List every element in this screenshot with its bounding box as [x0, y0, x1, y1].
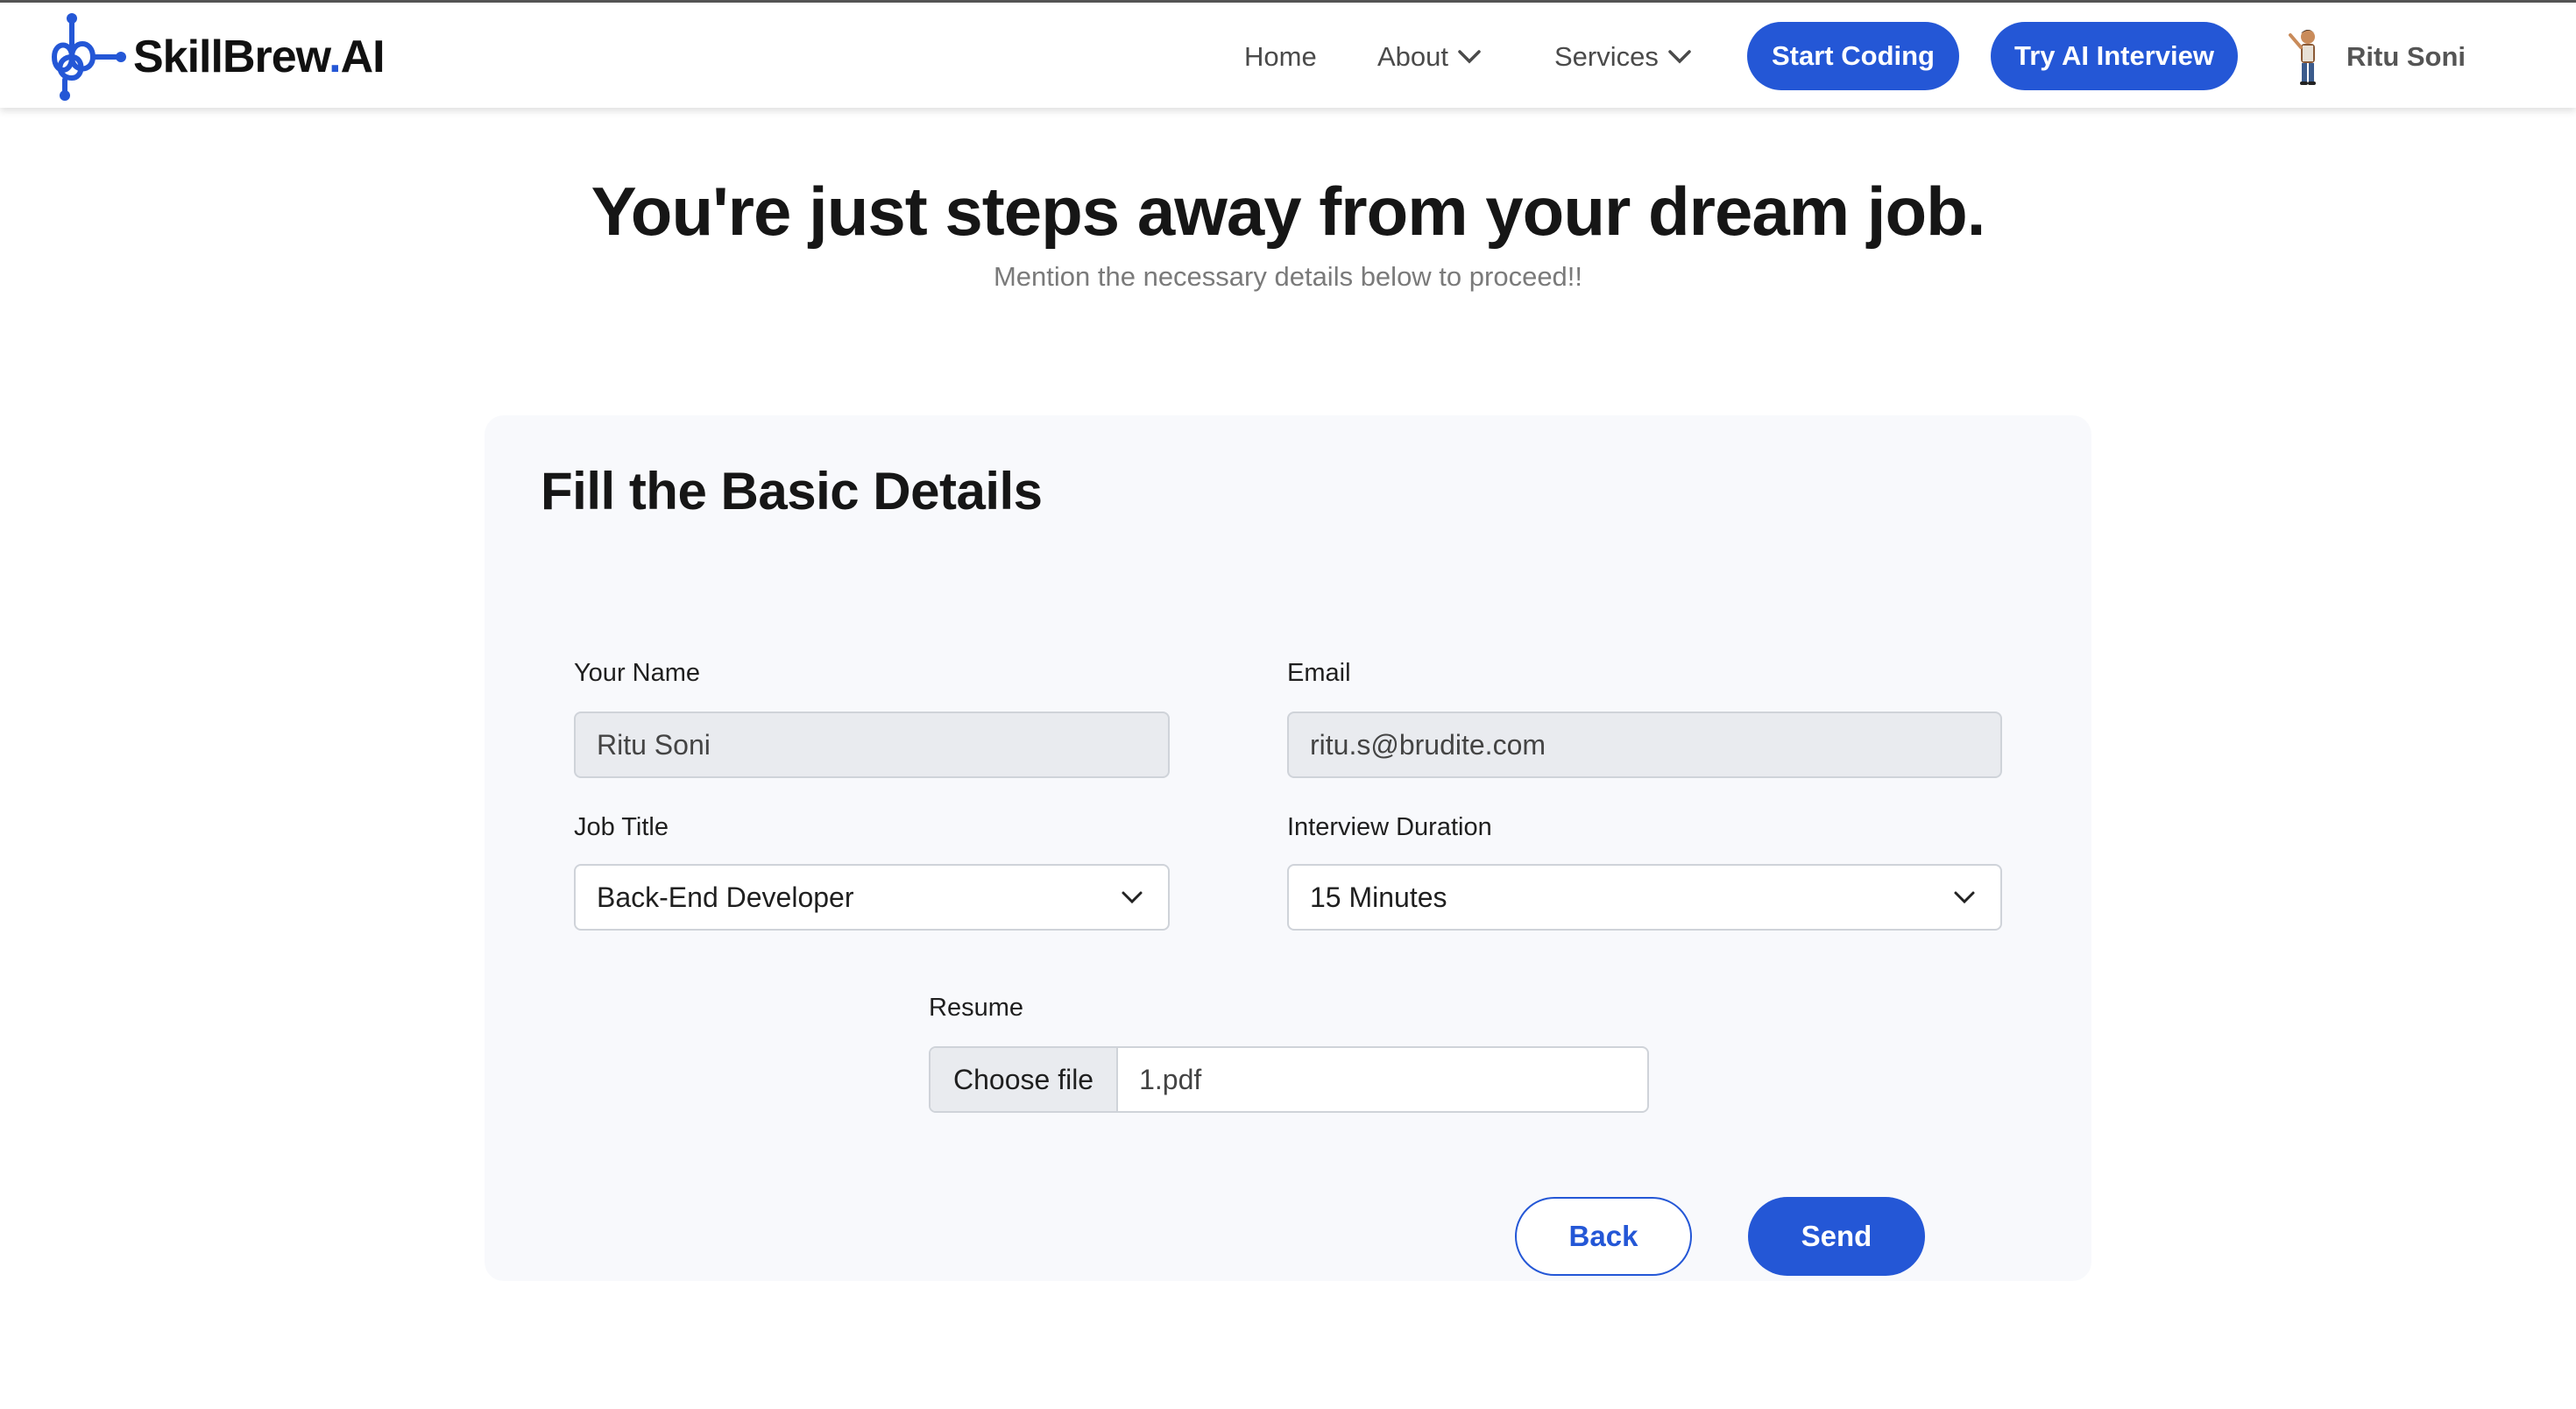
email-value: ritu.s@brudite.com [1310, 728, 1546, 761]
nav-services[interactable]: Services [1554, 38, 1692, 76]
choose-file-button[interactable]: Choose file [931, 1048, 1119, 1111]
job-title-label: Job Title [574, 813, 669, 841]
navbar: SkillBrew.AI Home About Services Start C… [0, 3, 2576, 108]
email-field[interactable]: ritu.s@brudite.com [1287, 712, 2002, 778]
page-title: You're just steps away from your dream j… [591, 173, 1986, 250]
name-field[interactable]: Ritu Soni [574, 712, 1170, 778]
interview-duration-label: Interview Duration [1287, 813, 1492, 841]
start-coding-button[interactable]: Start Coding [1747, 22, 1959, 90]
user-name: Ritu Soni [2346, 41, 2466, 72]
details-form-card: Fill the Basic Details Your Name Ritu So… [485, 415, 2091, 1281]
job-title-select[interactable]: Back-End Developer [574, 864, 1170, 931]
resume-label: Resume [929, 994, 1023, 1022]
nav-services-label: Services [1554, 41, 1659, 72]
try-ai-interview-button[interactable]: Try AI Interview [1991, 22, 2238, 90]
resume-file-input[interactable]: Choose file 1.pdf [929, 1046, 1649, 1113]
form-title: Fill the Basic Details [541, 462, 1043, 520]
selected-file-name: 1.pdf [1139, 1063, 1202, 1095]
skillbrew-logo-icon [51, 13, 126, 101]
chevron-down-icon [1122, 891, 1143, 904]
interview-duration-value: 15 Minutes [1310, 881, 1447, 913]
back-button[interactable]: Back [1515, 1197, 1692, 1276]
name-label: Your Name [574, 659, 701, 687]
chevron-down-icon [1668, 50, 1691, 64]
job-title-value: Back-End Developer [597, 881, 854, 913]
interview-duration-select[interactable]: 15 Minutes [1287, 864, 2002, 931]
brand-logo[interactable]: SkillBrew.AI [39, 13, 386, 101]
user-menu[interactable]: Ritu Soni [2283, 24, 2466, 90]
send-button[interactable]: Send [1748, 1197, 1925, 1276]
chevron-down-icon [1954, 891, 1975, 904]
brand-name: SkillBrew.AI [133, 32, 386, 82]
nav-home[interactable]: Home [1244, 38, 1317, 76]
avatar [2289, 30, 2316, 85]
nav-home-label: Home [1244, 41, 1317, 72]
email-label: Email [1287, 659, 1351, 687]
nav-about[interactable]: About [1377, 38, 1482, 76]
page-subtitle: Mention the necessary details below to p… [993, 261, 1583, 292]
nav-about-label: About [1377, 41, 1449, 72]
chevron-down-icon [1458, 50, 1481, 64]
name-value: Ritu Soni [597, 728, 711, 761]
